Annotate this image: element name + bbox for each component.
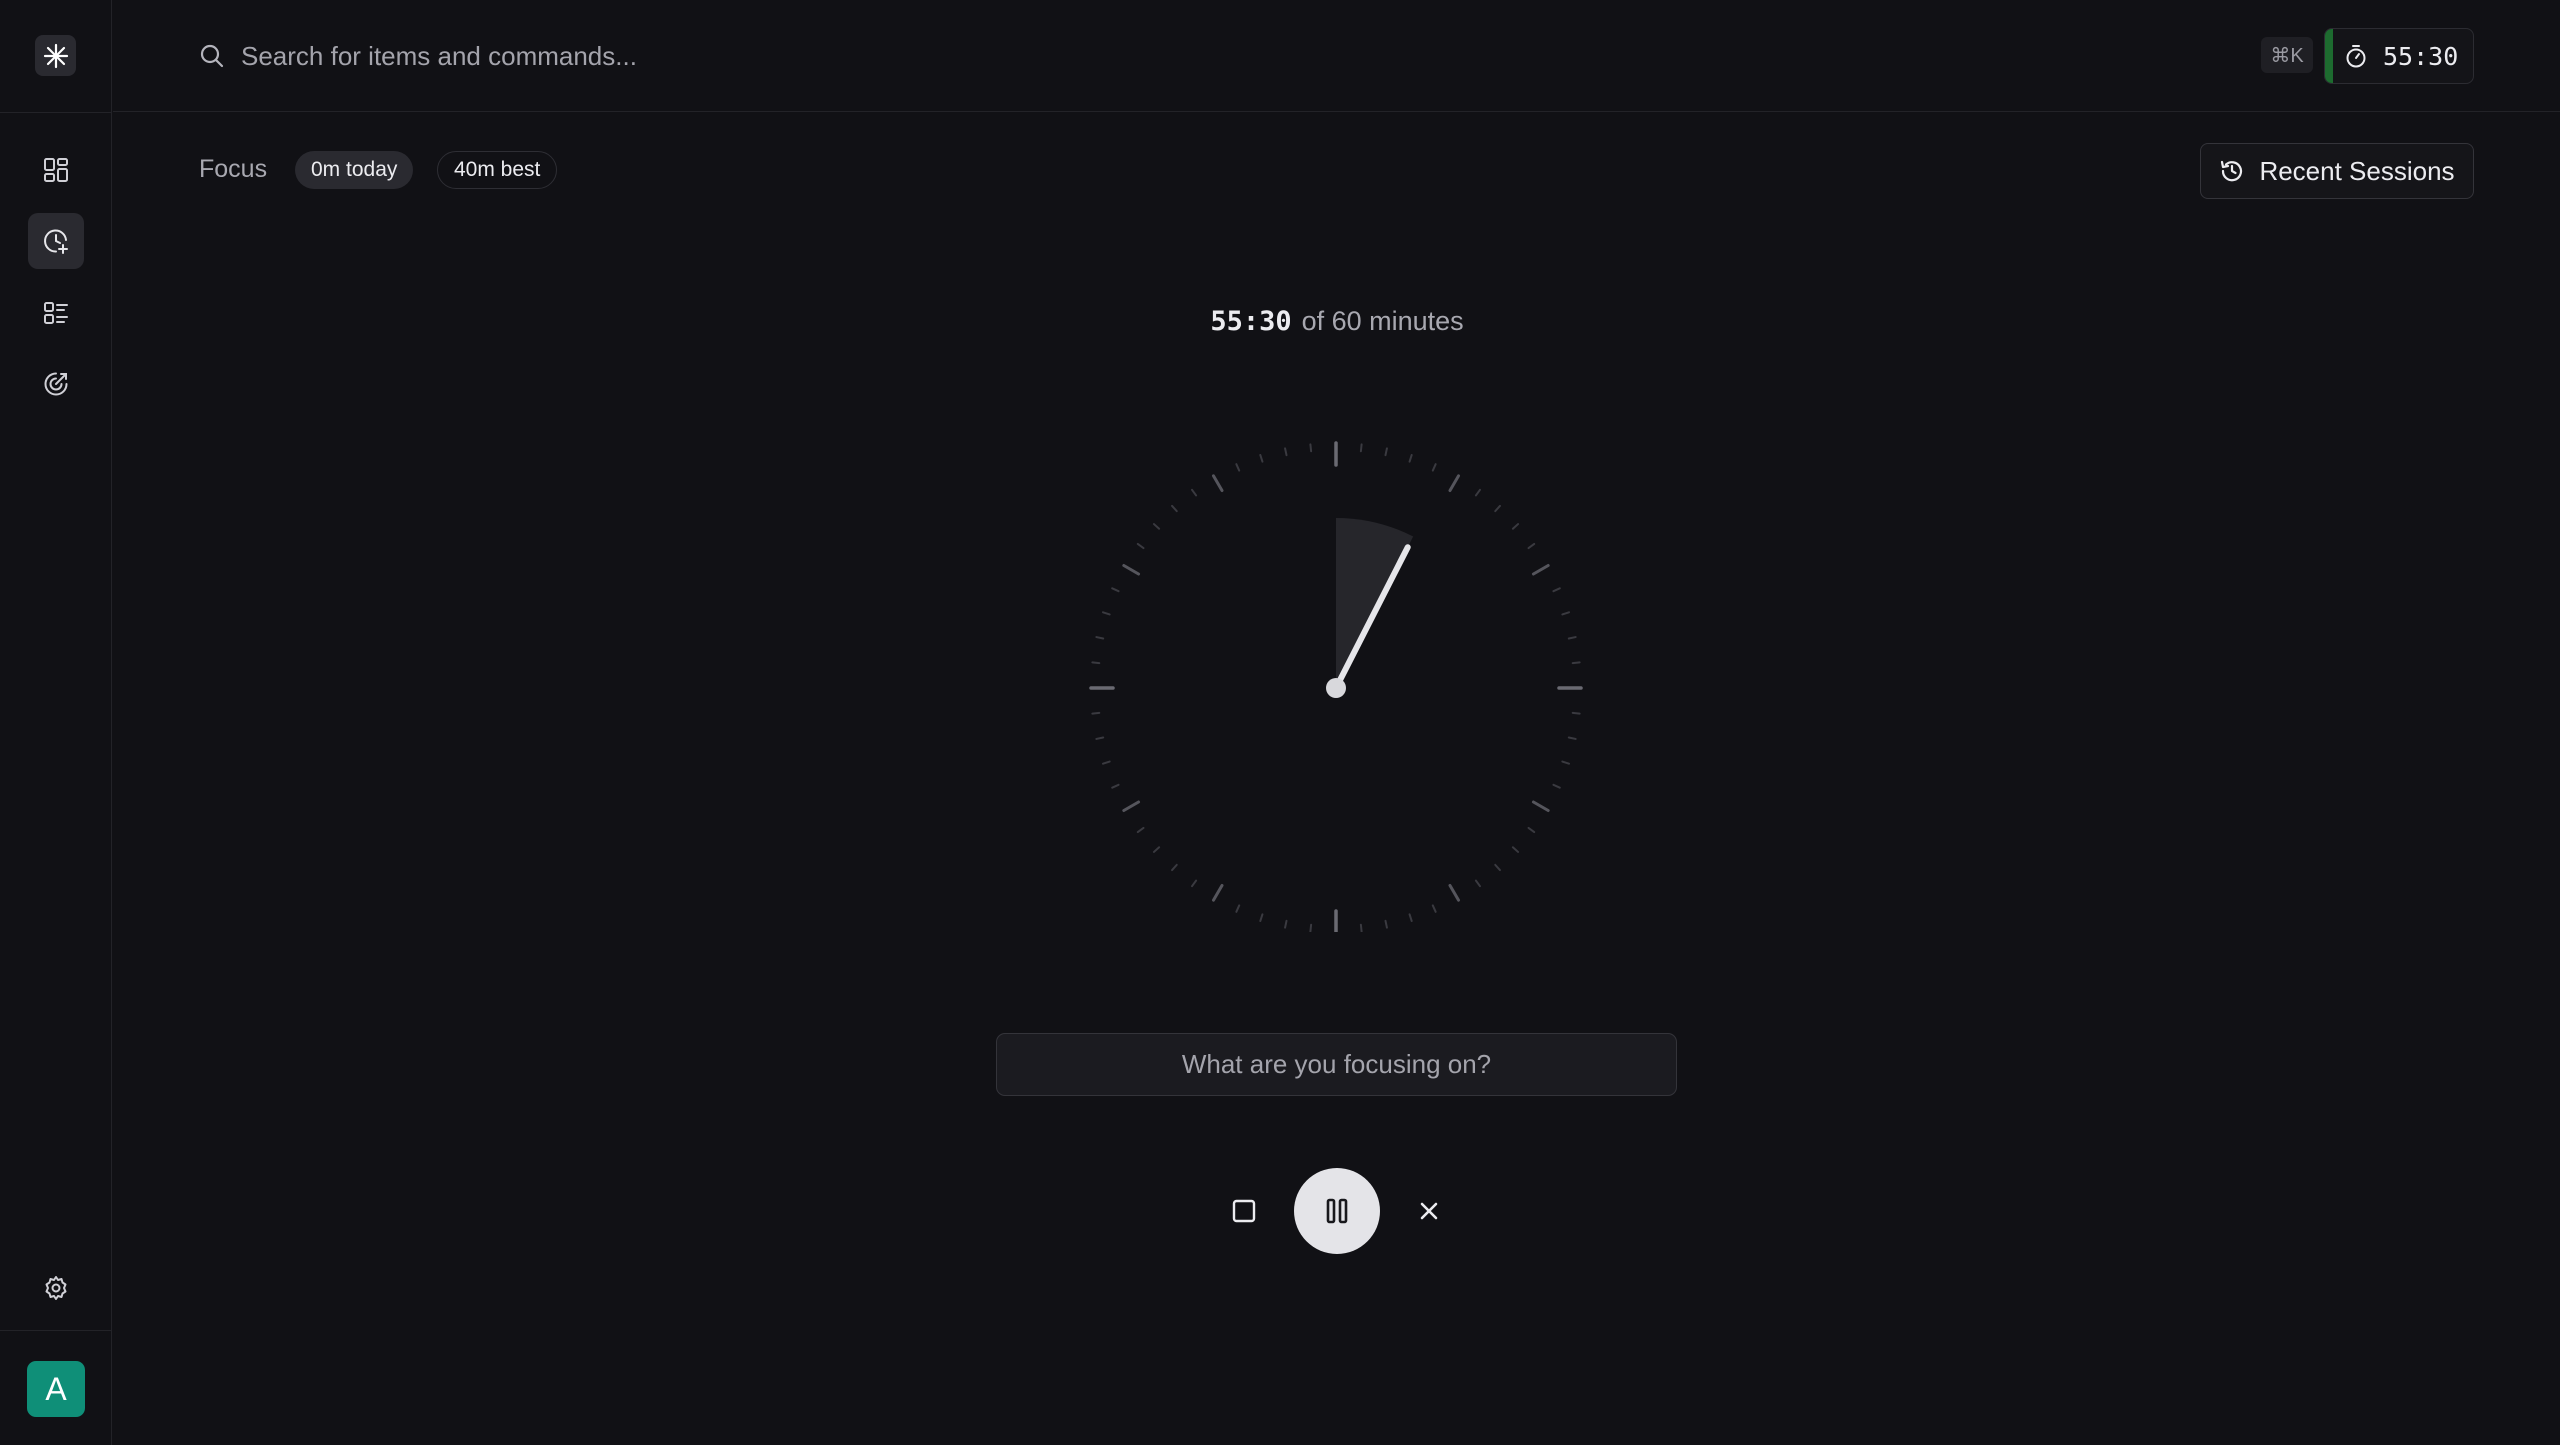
- dial-tick: [1111, 783, 1120, 789]
- dial-tick: [1531, 800, 1550, 812]
- dial-tick: [1259, 453, 1264, 463]
- timer-dial[interactable]: [1086, 432, 1586, 932]
- dial-tick: [1511, 846, 1520, 853]
- sidebar-item-stats[interactable]: [28, 356, 84, 412]
- pause-icon: [1326, 1198, 1348, 1224]
- history-icon: [2221, 160, 2243, 182]
- dial-tick: [1531, 564, 1550, 576]
- stopwatch-icon: [2346, 45, 2366, 68]
- shortcut-hint: ⌘K: [2261, 37, 2313, 73]
- timer-accent: [2325, 29, 2333, 83]
- dashboard-grid-icon: [44, 158, 68, 182]
- sidebar-item-dashboard[interactable]: [28, 142, 84, 198]
- dial-tick: [1095, 636, 1105, 640]
- target-chart-icon: [44, 372, 68, 396]
- page-title: Focus: [199, 155, 268, 183]
- gear-icon: [45, 1276, 67, 1300]
- dial-tick: [1571, 661, 1581, 665]
- dial-tick: [1567, 636, 1577, 640]
- clock-plus-icon: [44, 229, 68, 254]
- dial-tick: [1152, 523, 1161, 530]
- cancel-button[interactable]: [1409, 1191, 1449, 1231]
- dial-tick: [1091, 661, 1101, 665]
- dial-tick: [1552, 783, 1561, 789]
- dial-tick: [1431, 904, 1437, 913]
- dial-tick: [1511, 523, 1520, 530]
- dial-tick: [1552, 587, 1561, 593]
- sidebar-item-focus[interactable]: [28, 213, 84, 269]
- sparkle-logo-icon: [43, 43, 68, 68]
- app-logo[interactable]: [35, 35, 76, 76]
- session-total: of 60 minutes: [1301, 306, 1464, 336]
- sidebar-divider: [0, 112, 112, 113]
- dial-tick: [1474, 879, 1482, 888]
- best-badge: 40m best: [437, 151, 558, 189]
- dial-tick: [1235, 463, 1241, 472]
- topbar: ⌘K 55:30: [113, 0, 2560, 112]
- focus-intent-input[interactable]: [996, 1033, 1677, 1096]
- session-current-time: 55:30: [1210, 306, 1292, 337]
- dial-tick: [1284, 447, 1288, 457]
- dial-tick: [1571, 711, 1581, 715]
- dial-tick: [1091, 711, 1101, 715]
- timer-chip-time: 55:30: [2383, 41, 2459, 71]
- dial-tick: [1408, 453, 1413, 463]
- dial-tick: [1101, 760, 1111, 765]
- dial-tick: [1359, 923, 1363, 932]
- dial-tick: [1567, 736, 1577, 740]
- close-icon: [1420, 1202, 1438, 1220]
- dial-tick: [1212, 474, 1224, 493]
- dial-tick: [1235, 904, 1241, 913]
- dial-tick: [1259, 913, 1264, 923]
- dial-tick: [1101, 611, 1111, 616]
- timer-chip[interactable]: 55:30: [2324, 28, 2474, 84]
- stop-button[interactable]: [1224, 1191, 1264, 1231]
- dial-tick: [1190, 879, 1198, 888]
- dial-tick: [1448, 883, 1460, 902]
- avatar[interactable]: A: [27, 1361, 85, 1417]
- dial-center: [1326, 678, 1346, 698]
- dial-tick: [1474, 488, 1482, 497]
- dial-tick: [1309, 923, 1313, 932]
- dial-tick: [1448, 474, 1460, 493]
- dial-tick: [1171, 863, 1178, 872]
- search-input[interactable]: [241, 30, 1541, 82]
- settings-button[interactable]: [28, 1260, 84, 1316]
- dial-tick: [1122, 800, 1141, 812]
- dial-tick: [1212, 883, 1224, 902]
- stop-square-icon: [1232, 1199, 1256, 1223]
- dial-tick: [1384, 447, 1388, 457]
- dial-tick: [1359, 443, 1363, 453]
- sidebar: A: [0, 0, 112, 1445]
- dial-tick: [1095, 736, 1105, 740]
- sidebar-divider: [0, 1330, 112, 1331]
- dial-tick: [1494, 863, 1501, 872]
- dial-tick: [1309, 443, 1313, 453]
- dial-tick: [1561, 611, 1571, 616]
- dial-tick: [1152, 846, 1161, 853]
- dial-tick: [1171, 504, 1178, 513]
- search-icon: [200, 44, 224, 68]
- dial-tick: [1111, 587, 1120, 593]
- dial-tick: [1527, 542, 1536, 550]
- pause-button[interactable]: [1294, 1168, 1380, 1254]
- dial-tick: [1384, 919, 1388, 929]
- dial-tick: [1527, 826, 1536, 834]
- session-progress: 55:30 of 60 minutes: [0, 306, 2560, 337]
- recent-sessions-button[interactable]: Recent Sessions: [2200, 143, 2474, 199]
- dial-tick: [1408, 913, 1413, 923]
- dial-tick: [1431, 463, 1437, 472]
- dial-tick: [1136, 542, 1145, 550]
- dial-tick: [1561, 760, 1571, 765]
- recent-sessions-label: Recent Sessions: [2259, 155, 2455, 186]
- dial-tick: [1122, 564, 1141, 576]
- dial-tick: [1190, 488, 1198, 497]
- dial-tick: [1136, 826, 1145, 834]
- today-badge: 0m today: [295, 151, 414, 189]
- dial-tick: [1284, 919, 1288, 929]
- dial-tick: [1494, 504, 1501, 513]
